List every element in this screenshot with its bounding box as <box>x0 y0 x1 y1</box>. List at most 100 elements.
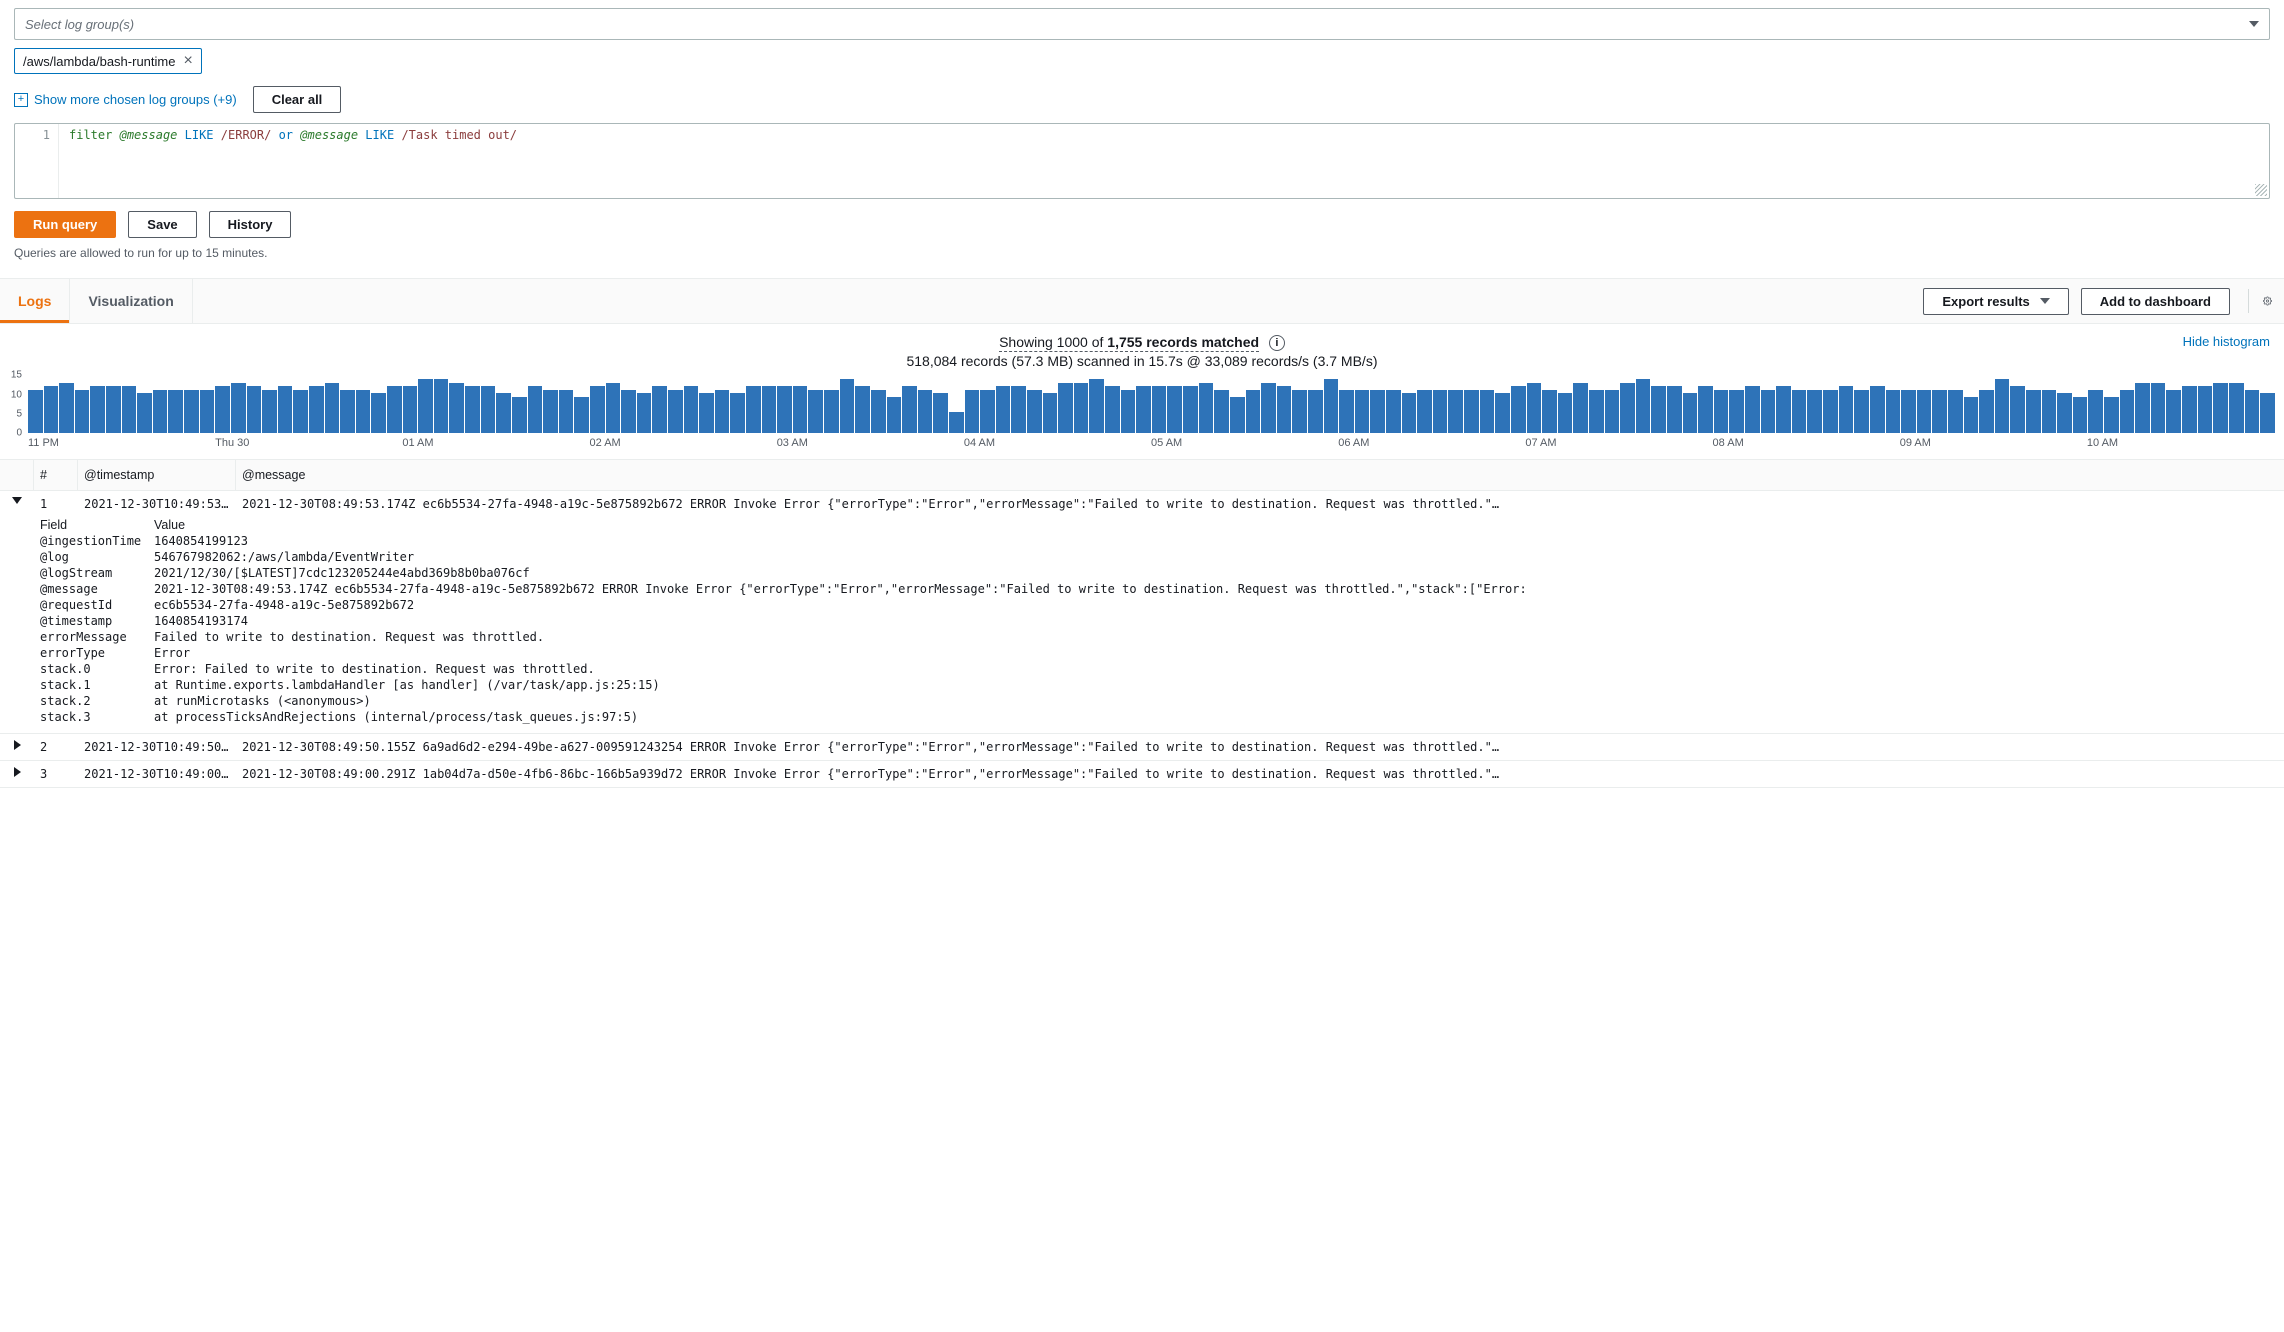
histogram-bar[interactable] <box>1729 390 1744 434</box>
histogram-bar[interactable] <box>1277 386 1292 433</box>
histogram-bar[interactable] <box>1043 393 1058 433</box>
histogram-bar[interactable] <box>184 390 199 434</box>
histogram-bar[interactable] <box>2120 390 2135 434</box>
histogram-bar[interactable] <box>793 386 808 433</box>
histogram-bar[interactable] <box>1605 390 1620 434</box>
query-editor[interactable]: 1 filter @message LIKE /ERROR/ or @messa… <box>14 123 2270 199</box>
histogram-bar[interactable] <box>28 390 43 434</box>
histogram-bar[interactable] <box>278 386 293 433</box>
histogram-bar[interactable] <box>1386 390 1401 434</box>
histogram-bar[interactable] <box>543 390 558 434</box>
histogram-bar[interactable] <box>1136 386 1151 433</box>
histogram-bar[interactable] <box>2229 383 2244 434</box>
histogram-bar[interactable] <box>808 390 823 434</box>
histogram-bar[interactable] <box>153 390 168 434</box>
tab-visualization[interactable]: Visualization <box>70 279 192 323</box>
histogram-bar[interactable] <box>90 386 105 433</box>
histogram-bar[interactable] <box>1261 383 1276 434</box>
histogram-bar[interactable] <box>1230 397 1245 433</box>
expand-toggle[interactable] <box>0 765 34 777</box>
histogram-bar[interactable] <box>1792 390 1807 434</box>
histogram-bar[interactable] <box>2057 393 2072 433</box>
histogram-bar[interactable] <box>325 383 340 434</box>
histogram-bar[interactable] <box>231 383 246 434</box>
histogram-bar[interactable] <box>418 379 433 433</box>
histogram-bar[interactable] <box>606 383 621 434</box>
histogram-bar[interactable] <box>1917 390 1932 434</box>
hide-histogram-link[interactable]: Hide histogram <box>2183 334 2270 349</box>
show-more-log-groups[interactable]: + Show more chosen log groups (+9) <box>14 92 237 107</box>
histogram-bar[interactable] <box>1324 379 1339 433</box>
tab-logs[interactable]: Logs <box>0 279 70 323</box>
histogram-bar[interactable] <box>824 390 839 434</box>
histogram-bar[interactable] <box>168 390 183 434</box>
expand-toggle[interactable] <box>0 738 34 750</box>
table-row[interactable]: 22021-12-30T10:49:50.…2021-12-30T08:49:5… <box>0 734 2284 761</box>
histogram-bar[interactable] <box>1121 390 1136 434</box>
histogram-bar[interactable] <box>75 390 90 434</box>
histogram-bar[interactable] <box>965 390 980 434</box>
histogram-bar[interactable] <box>59 383 74 434</box>
expand-toggle[interactable] <box>0 495 34 504</box>
histogram-bar[interactable] <box>403 386 418 433</box>
histogram-bar[interactable] <box>1402 393 1417 433</box>
histogram-bar[interactable] <box>1683 393 1698 433</box>
histogram-bar[interactable] <box>1932 390 1947 434</box>
table-row[interactable]: 12021-12-30T10:49:53.…2021-12-30T08:49:5… <box>0 491 2284 734</box>
histogram-bar[interactable] <box>559 390 574 434</box>
histogram-bar[interactable] <box>684 386 699 433</box>
export-results-button[interactable]: Export results <box>1923 288 2068 315</box>
histogram-bar[interactable] <box>1979 390 1994 434</box>
history-button[interactable]: History <box>209 211 292 238</box>
col-timestamp[interactable]: @timestamp <box>78 460 236 490</box>
histogram-bar[interactable] <box>1573 383 1588 434</box>
histogram-bar[interactable] <box>1480 390 1495 434</box>
histogram-bar[interactable] <box>137 393 152 433</box>
histogram-bar[interactable] <box>449 383 464 434</box>
histogram-bar[interactable] <box>1246 390 1261 434</box>
histogram-bar[interactable] <box>2166 390 2181 434</box>
histogram-bar[interactable] <box>1714 390 1729 434</box>
histogram-bar[interactable] <box>637 393 652 433</box>
histogram-bar[interactable] <box>1870 386 1885 433</box>
histogram-bar[interactable] <box>902 386 917 433</box>
histogram-bar[interactable] <box>1214 390 1229 434</box>
histogram-bar[interactable] <box>1651 386 1666 433</box>
histogram-bar[interactable] <box>668 390 683 434</box>
histogram-bar[interactable] <box>2073 397 2088 433</box>
histogram-bar[interactable] <box>1183 386 1198 433</box>
clear-all-button[interactable]: Clear all <box>253 86 342 113</box>
histogram-bar[interactable] <box>528 386 543 433</box>
resize-handle-icon[interactable] <box>2255 184 2267 196</box>
histogram-bar[interactable] <box>746 386 761 433</box>
save-button[interactable]: Save <box>128 211 196 238</box>
histogram-bar[interactable] <box>512 397 527 433</box>
histogram-bar[interactable] <box>777 386 792 433</box>
add-to-dashboard-button[interactable]: Add to dashboard <box>2081 288 2230 315</box>
histogram-bar[interactable] <box>2198 386 2213 433</box>
histogram-bar[interactable] <box>106 386 121 433</box>
histogram-bar[interactable] <box>247 386 262 433</box>
histogram-bar[interactable] <box>262 390 277 434</box>
histogram-bar[interactable] <box>122 386 137 433</box>
histogram-bar[interactable] <box>2104 397 2119 433</box>
histogram-bar[interactable] <box>200 390 215 434</box>
histogram-bar[interactable] <box>1355 390 1370 434</box>
histogram-bar[interactable] <box>1776 386 1791 433</box>
histogram-bar[interactable] <box>715 390 730 434</box>
histogram-bar[interactable] <box>340 390 355 434</box>
histogram-bar[interactable] <box>1558 393 1573 433</box>
histogram-bar[interactable] <box>2260 393 2275 433</box>
histogram-bar[interactable] <box>2245 390 2260 434</box>
histogram-bar[interactable] <box>699 393 714 433</box>
histogram-bar[interactable] <box>1011 386 1026 433</box>
histogram-bar[interactable] <box>1089 379 1104 433</box>
histogram-bar[interactable] <box>1636 379 1651 433</box>
histogram-bar[interactable] <box>1417 390 1432 434</box>
histogram-bar[interactable] <box>1105 386 1120 433</box>
histogram-bar[interactable] <box>1527 383 1542 434</box>
histogram-bar[interactable] <box>1167 386 1182 433</box>
histogram-bar[interactable] <box>309 386 324 433</box>
histogram-bar[interactable] <box>1199 383 1214 434</box>
histogram-bar[interactable] <box>1542 390 1557 434</box>
